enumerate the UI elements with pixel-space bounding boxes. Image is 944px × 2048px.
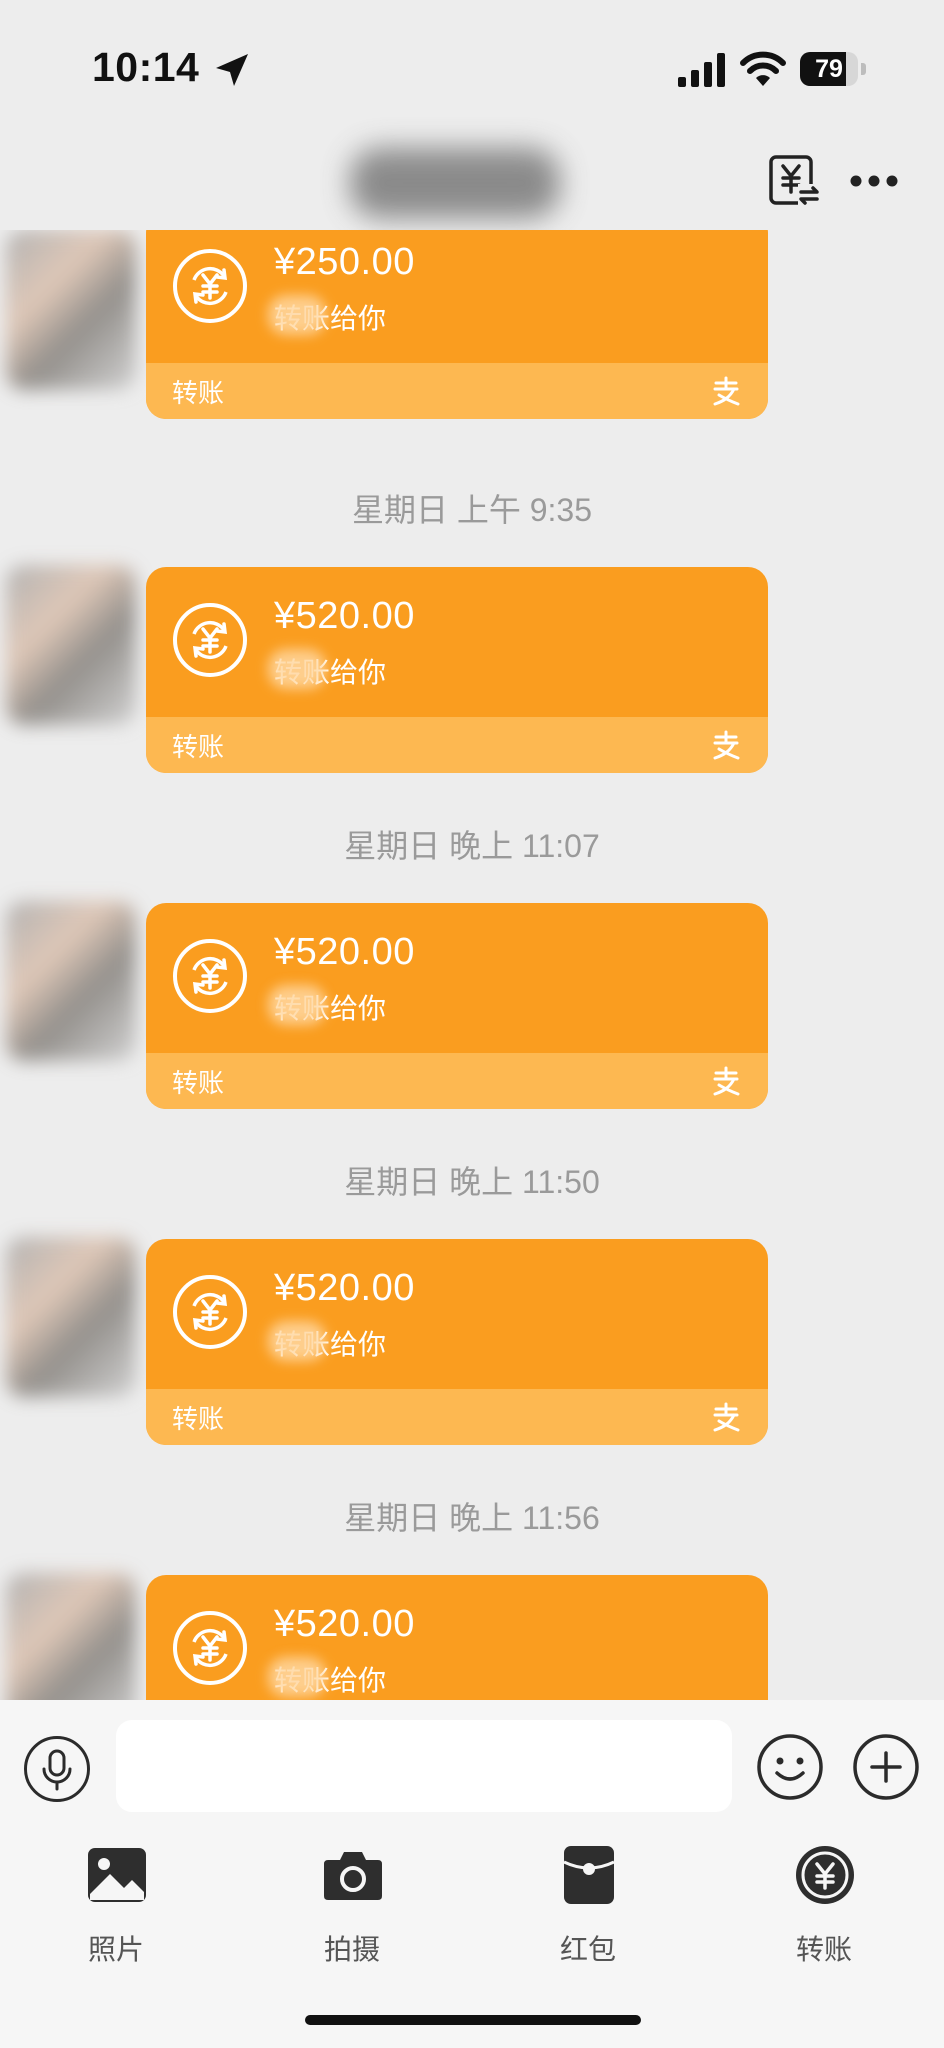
currency-exchange-icon (173, 1275, 247, 1349)
transfer-card[interactable]: ¥250.00 转账给你 转账 (146, 230, 768, 419)
status-time: 10:14 (92, 44, 200, 90)
transfer-card[interactable]: ¥520.00 转账给你 转账 (146, 1575, 768, 1700)
alipay-icon (713, 1066, 740, 1096)
transfer-card[interactable]: ¥520.00 转账给你 转账 (146, 567, 768, 773)
status-bar: 10:14 79 (0, 0, 944, 110)
transfer-amount: ¥520.00 (274, 1603, 415, 1645)
alipay-icon (713, 376, 740, 406)
transfer-record-icon[interactable] (768, 154, 822, 208)
avatar[interactable] (6, 565, 136, 725)
currency-exchange-icon (173, 1611, 247, 1685)
battery-percent: 79 (815, 55, 843, 83)
location-arrow-icon (216, 54, 248, 86)
transfer-type-label: 转账 (172, 378, 225, 408)
photo-icon (88, 1848, 146, 1902)
microphone-icon (42, 1749, 72, 1791)
transfer-card[interactable]: ¥520.00 转账给你 转账 (146, 903, 768, 1109)
chat-header (0, 110, 944, 230)
timestamp: 星期日 上午 9:35 (351, 492, 593, 528)
emoji-icon[interactable] (756, 1733, 824, 1801)
timestamp: 星期日 晚上 11:07 (344, 828, 600, 864)
transfer-type-label: 转账 (172, 732, 225, 762)
transfer-type-label: 转账 (172, 1068, 225, 1098)
transfer-amount: ¥520.00 (274, 1267, 415, 1309)
currency-exchange-icon (173, 603, 247, 677)
avatar[interactable] (6, 230, 136, 390)
red-packet-label: 红包 (559, 1934, 616, 1965)
timestamp: 星期日 晚上 11:50 (344, 1164, 600, 1200)
alipay-icon (713, 1402, 740, 1432)
transfer-card[interactable]: ¥520.00 转账给你 转账 (146, 1239, 768, 1445)
transfer-amount: ¥520.00 (274, 931, 415, 973)
more-options-icon[interactable] (848, 164, 900, 198)
red-packet-button[interactable]: 红包 (528, 1842, 648, 1972)
wifi-icon (740, 51, 786, 86)
transfer-icon (796, 1846, 854, 1904)
avatar[interactable] (6, 901, 136, 1061)
photo-label: 照片 (87, 1934, 144, 1965)
battery-indicator: 79 (800, 52, 866, 86)
currency-exchange-icon (173, 249, 247, 323)
extension-panel: 照片 拍摄 红包 转账 (0, 1824, 944, 2048)
chat-title (350, 148, 560, 218)
voice-input-button[interactable] (24, 1736, 90, 1802)
red-packet-icon (563, 1846, 615, 1904)
transfer-label: 转账 (795, 1934, 852, 1965)
camera-icon (324, 1852, 382, 1900)
cellular-signal-icon (678, 53, 725, 87)
home-indicator (305, 2015, 641, 2025)
camera-button[interactable]: 拍摄 (292, 1842, 412, 1972)
photo-button[interactable]: 照片 (56, 1842, 176, 1972)
avatar[interactable] (6, 1237, 136, 1397)
timestamp: 星期日 晚上 11:56 (344, 1500, 600, 1536)
transfer-amount: ¥250.00 (274, 241, 415, 283)
transfer-amount: ¥520.00 (274, 595, 415, 637)
plus-icon[interactable] (852, 1733, 920, 1801)
chat-message-list[interactable]: ¥250.00 转账给你 转账 星期日 上午 9:35 ¥520.00 转账给你… (0, 230, 944, 1700)
camera-label: 拍摄 (323, 1934, 380, 1965)
transfer-button[interactable]: 转账 (764, 1842, 884, 1972)
avatar[interactable] (6, 1573, 136, 1700)
message-text-input[interactable] (116, 1720, 732, 1812)
message-input-bar (0, 1700, 944, 1824)
currency-exchange-icon (173, 939, 247, 1013)
transfer-type-label: 转账 (172, 1404, 225, 1434)
alipay-icon (713, 730, 740, 760)
